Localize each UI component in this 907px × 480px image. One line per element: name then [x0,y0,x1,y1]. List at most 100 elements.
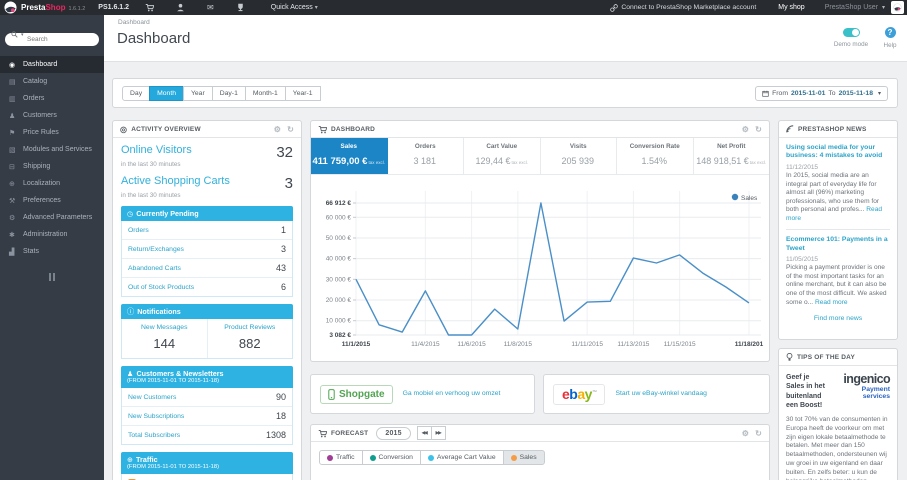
shopgate-ad-card: Shopgate Ga mobiel en verhoog uw omzet [310,374,535,414]
toggle-conversion[interactable]: Conversion [361,450,421,465]
traffic-section: ⊕ Traffic (FROM 2015-11-01 TO 2015-11-18) … [121,452,293,480]
settings-icon[interactable]: ⚙ [274,125,281,134]
sidebar-item-modules[interactable]: ▧ Modules and Services [0,141,104,158]
sidebar-item-orders[interactable]: ▥ Orders [0,90,104,107]
kpi-cart-value[interactable]: Cart Value 129,44 €tax excl. [464,138,541,174]
my-shop-link[interactable]: My shop [778,4,804,11]
sidebar-item-advanced-parameters[interactable]: ⚙ Advanced Parameters [0,209,104,226]
kpi-sales[interactable]: Sales 411 759,00 €tax excl. [311,138,388,174]
news-headline[interactable]: Using social media for your business: 4 … [786,144,890,161]
filter-day-1-button[interactable]: Day-1 [211,85,246,101]
sidebar-item-price-rules[interactable]: ⚑ Price Rules [0,124,104,141]
kpi-orders[interactable]: Orders 3 181 [388,138,464,174]
refresh-icon[interactable]: ↻ [755,429,762,438]
news-headline[interactable]: Ecommerce 101: Payments in a Tweet [786,236,890,253]
date-range-picker[interactable]: From 2015-11-01 To 2015-11-18 ▾ [755,85,888,101]
online-visitors-link[interactable]: Online Visitors [121,144,192,156]
refresh-icon[interactable]: ↻ [287,125,294,134]
svg-text:Sales: Sales [741,195,758,202]
link-icon [610,3,619,12]
find-more-news-link[interactable]: Find more news [786,315,890,322]
tips-of-the-day-panel: TIPS OF THE DAY ingenico Payment service… [778,348,898,480]
chevron-down-icon: ▾ [881,5,885,11]
svg-text:11/1/2015: 11/1/2015 [342,341,371,348]
filter-month-button[interactable]: Month [149,85,184,101]
kpi-net-profit[interactable]: Net Profit 148 918,51 €tax excl. [694,138,770,174]
brand-name: PrestaShop 1.6.1.2 [21,3,86,12]
toggle-sales[interactable]: Sales [502,450,545,465]
sales-line-chart: 66 912 € 60 000 € 50 000 € 40 000 € 30 000 €… [326,191,764,348]
sidebar-item-shipping[interactable]: ⊟ Shipping [0,158,104,175]
shopgate-logo[interactable]: Shopgate [320,384,393,404]
news-date: 11/12/2015 [786,163,819,171]
read-more-link[interactable]: Read more [815,299,848,306]
next-year-button[interactable]: ▶▶ [430,426,446,440]
active-carts-link[interactable]: Active Shopping Carts [121,175,230,187]
sidebar-nav: ◉ Dashboard ▤ Catalog ▥ Orders ♟ Customers ⚑… [0,56,104,260]
sidebar-item-stats[interactable]: ▟ Stats [0,243,104,260]
main-content: Dashboard Dashboard Demo mode ? Help Day… [104,15,907,480]
customers-icon: ♟ [9,112,16,120]
shopgate-ad-link[interactable]: Ga mobiel en verhoog uw omzet [403,389,501,398]
breadcrumb: Dashboard [118,19,150,26]
marketplace-link[interactable]: Connect to PrestaShop Marketplace accoun… [610,3,756,12]
news-date: 11/05/2015 [786,256,819,264]
trophy-icon[interactable] [236,3,245,12]
svg-text:40 000 €: 40 000 € [326,256,352,263]
kpi-row: Sales 411 759,00 €tax excl. Orders 3 181 C… [311,138,769,175]
toggle-average-cart-value[interactable]: Average Cart Value [419,450,504,465]
new-messages-cell: New Messages 144 [141,324,188,351]
search-icon[interactable]: ▾ [11,31,24,38]
sidebar-item-administration[interactable]: ✱ Administration [0,226,104,243]
table-row: Abandoned Carts 43 [122,259,292,278]
demo-mode-label: Demo mode [833,41,869,48]
sidebar-item-dashboard[interactable]: ◉ Dashboard [0,56,104,73]
settings-icon[interactable]: ⚙ [742,125,749,134]
date-filter-bar: Day Month Year Day-1 Month-1 Year-1 From… [112,78,898,108]
toggle-traffic[interactable]: Traffic [319,450,363,465]
page-header: Dashboard Dashboard Demo mode ? Help [104,15,907,62]
sidebar-item-preferences[interactable]: ⚒ Preferences [0,192,104,209]
cart-icon[interactable] [145,3,155,12]
svg-text:30 000 €: 30 000 € [326,276,352,283]
modules-icon: ▧ [9,146,16,154]
settings-icon[interactable]: ⚙ [742,429,749,438]
customers-newsletters-section: ♟ Customers & Newsletters (FROM 2015-11-01… [121,366,293,446]
rss-icon [786,125,794,133]
filter-year-1-button[interactable]: Year-1 [284,85,321,101]
cogs-icon: ⚙ [9,214,16,222]
kpi-visits[interactable]: Visits 205 939 [541,138,617,174]
tip-body: 30 tot 70% van de consumenten in Europa … [786,415,888,480]
help-control: ? Help [877,27,903,49]
filter-month-1-button[interactable]: Month-1 [244,85,286,101]
refresh-icon[interactable]: ↻ [755,125,762,134]
user-menu[interactable]: PrestaShop User ▾ [825,4,885,11]
forecast-year[interactable]: 2015 [376,426,411,440]
filter-year-button[interactable]: Year [182,85,213,101]
help-icon[interactable]: ? [884,27,896,38]
sidebar-item-localization[interactable]: ⊕ Localization [0,175,104,192]
tip-headline: Geef je Sales in het buitenland een Boos… [786,374,825,410]
table-row: Out of Stock Products 6 [128,282,286,292]
ebay-logo[interactable]: ebay™ [553,383,606,405]
ebay-ad-link[interactable]: Start uw eBay-winkel vandaag [615,389,706,398]
collapse-sidebar-icon[interactable] [47,273,57,281]
user-icon[interactable] [176,3,185,12]
kpi-conversion-rate[interactable]: Conversion Rate 1.54% [617,138,694,174]
user-avatar[interactable] [891,1,904,14]
svg-text:66 912 €: 66 912 € [326,200,352,207]
svg-text:11/13/2015: 11/13/2015 [617,341,649,348]
mail-icon[interactable]: ✉ [207,3,214,12]
previous-year-button[interactable]: ◀◀ [416,426,432,440]
svg-text:11/4/2015: 11/4/2015 [411,341,440,348]
filter-day-button[interactable]: Day [122,85,151,101]
sidebar-item-customers[interactable]: ♟ Customers [0,107,104,124]
person-icon: ♟ [127,369,134,378]
quick-access-menu[interactable]: Quick Access ▾ [271,4,318,11]
dashboard-panel: DASHBOARD ⚙ ↻ Sales 411 759,00 €tax excl. … [310,120,770,362]
demo-mode-toggle[interactable] [842,28,860,37]
chevron-down-icon: ▾ [21,31,24,38]
orders-icon: ▥ [9,95,16,103]
sidebar-item-catalog[interactable]: ▤ Catalog [0,73,104,90]
gauge-icon: ◉ [9,61,16,69]
